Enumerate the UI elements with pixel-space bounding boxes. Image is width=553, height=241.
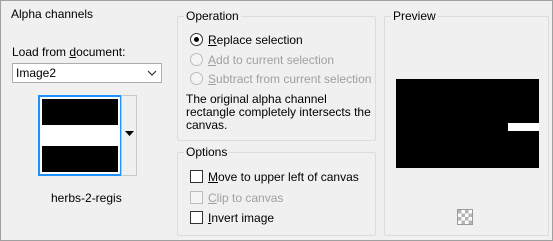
subtract-from-selection-radio[interactable]: Subtract from current selection <box>190 71 371 87</box>
preview-canvas <box>396 79 539 168</box>
alpha-channels-title: Alpha channels <box>9 7 96 21</box>
channel-dropdown-button[interactable] <box>121 95 137 176</box>
operation-title: Operation <box>184 9 241 23</box>
load-from-document-label: Load from document: <box>12 45 126 59</box>
operation-description: The original alpha channel rectangle com… <box>186 92 371 132</box>
document-select[interactable]: Image2 <box>12 63 162 83</box>
alpha-channel-thumbnail[interactable] <box>38 95 122 176</box>
preview-title: Preview <box>391 9 438 23</box>
document-select-value: Image2 <box>16 66 57 80</box>
clip-to-canvas-checkbox[interactable]: Clip to canvas <box>190 190 370 206</box>
preview-selection <box>508 123 539 131</box>
invert-image-checkbox[interactable]: Invert image <box>190 210 370 226</box>
triangle-down-icon <box>125 131 134 136</box>
thumbnail-selection-band <box>42 125 118 146</box>
chevron-down-icon <box>147 70 157 76</box>
move-to-upper-left-checkbox[interactable]: Move to upper left of canvas <box>190 169 370 185</box>
add-to-selection-radio[interactable]: Add to current selection <box>190 52 370 68</box>
load-selection-from-alpha-dialog: Alpha channels Load from document: Image… <box>0 0 553 241</box>
options-title: Options <box>184 145 230 159</box>
checkerboard-icon[interactable] <box>457 209 473 225</box>
channel-name-label: herbs-2-regis <box>51 191 122 205</box>
replace-selection-radio[interactable]: Replace selection <box>190 32 370 48</box>
